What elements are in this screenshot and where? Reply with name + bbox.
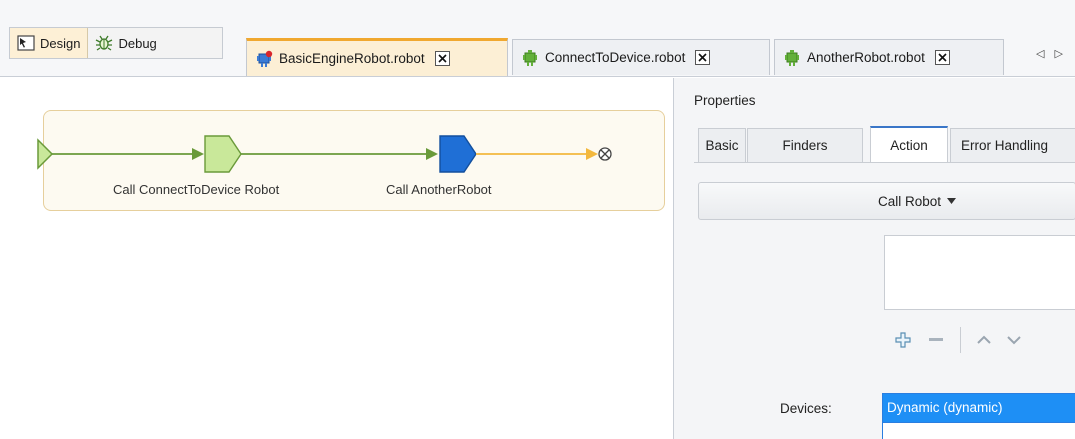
tab-another-robot[interactable]: AnotherRobot.robot <box>774 39 1004 75</box>
tab-label: BasicEngineRobot.robot <box>279 51 425 66</box>
tab-connect-to-device[interactable]: ConnectToDevice.robot <box>512 39 770 75</box>
close-icon <box>438 54 447 63</box>
design-mode-button[interactable]: Design <box>10 28 89 58</box>
devices-list-selected[interactable]: Dynamic (dynamic) <box>882 393 1075 423</box>
list-toolbar <box>884 322 1075 358</box>
close-icon <box>938 53 947 62</box>
plus-icon <box>895 332 911 348</box>
add-button[interactable] <box>894 331 912 349</box>
editor-toolbar: Design Debug BasicEngineRobot.robot Conn… <box>0 0 1075 77</box>
tab-strip-divider <box>694 162 1075 163</box>
move-down-button[interactable] <box>1007 335 1021 345</box>
flow-start-marker[interactable] <box>37 138 54 170</box>
tab-finders[interactable]: Finders <box>747 128 863 162</box>
tab-error-handling[interactable]: Error Handling <box>950 128 1075 162</box>
close-tab-button[interactable] <box>434 51 450 66</box>
robot-icon <box>523 49 537 66</box>
move-up-button[interactable] <box>977 335 991 345</box>
close-tab-button[interactable] <box>934 50 950 65</box>
step-call-connect-to-device[interactable] <box>204 135 242 173</box>
arrow-head-icon <box>426 148 438 160</box>
debug-mode-label: Debug <box>118 35 157 51</box>
action-type-label: Call Robot <box>877 193 942 209</box>
design-icon <box>17 35 35 51</box>
toolbar-separator <box>960 327 961 353</box>
chevron-up-icon <box>977 335 991 344</box>
caret-down-icon <box>947 198 957 204</box>
design-mode-label: Design <box>40 35 81 51</box>
flow-end-icon[interactable] <box>598 147 612 161</box>
remove-button[interactable] <box>928 337 944 343</box>
flow-canvas[interactable]: Call ConnectToDevice Robot Call AnotherR… <box>0 78 672 439</box>
arrow-head-icon <box>586 148 598 160</box>
tab-label: AnotherRobot.robot <box>807 50 925 65</box>
close-tab-button[interactable] <box>695 50 711 65</box>
tab-scroll-arrows: ◁ ▷ <box>1036 47 1063 60</box>
debug-mode-button[interactable]: Debug <box>88 28 163 58</box>
scroll-right-icon[interactable]: ▷ <box>1054 47 1062 60</box>
tab-basic-engine-robot[interactable]: BasicEngineRobot.robot <box>246 38 508 76</box>
robot-icon <box>257 50 273 67</box>
tab-label: ConnectToDevice.robot <box>545 50 686 65</box>
close-icon <box>698 53 707 62</box>
mode-switch: Design Debug <box>9 27 223 59</box>
bug-icon <box>96 35 113 51</box>
properties-panel: Properties Basic Finders Action Error Ha… <box>673 78 1075 439</box>
tab-basic[interactable]: Basic <box>698 128 746 162</box>
step-label-another-robot: Call AnotherRobot <box>386 182 492 197</box>
scroll-left-icon[interactable]: ◁ <box>1036 47 1044 60</box>
devices-list-rest[interactable] <box>882 423 1075 439</box>
flow-diagram <box>37 135 612 173</box>
robot-icon <box>785 49 799 66</box>
step-call-another-robot[interactable] <box>439 135 477 173</box>
arrow-head-icon <box>192 148 204 160</box>
robot-list-box[interactable] <box>884 235 1075 310</box>
chevron-down-icon <box>1007 336 1021 345</box>
minus-icon <box>929 338 943 341</box>
action-type-dropdown[interactable]: Call Robot <box>698 182 1075 220</box>
tab-action[interactable]: Action <box>870 126 948 162</box>
devices-label: Devices: <box>780 401 832 416</box>
step-label-connect-to-device: Call ConnectToDevice Robot <box>113 182 280 197</box>
properties-title: Properties <box>694 93 756 108</box>
